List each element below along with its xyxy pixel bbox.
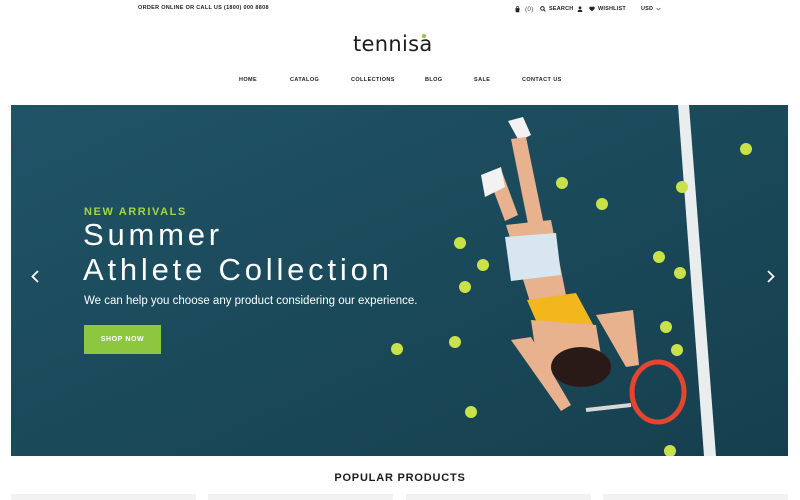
- product-card[interactable]: [603, 494, 788, 500]
- hero-slider: NEW ARRIVALS Summer Athlete Collection W…: [11, 105, 788, 456]
- currency-value: USD: [641, 6, 654, 12]
- cart-button[interactable]: (0): [514, 3, 534, 15]
- product-card[interactable]: [406, 494, 591, 500]
- chevron-right-icon: [767, 270, 775, 288]
- contact-promo-text: ORDER ONLINE OR CALL US (1800) 000 8808: [138, 5, 269, 11]
- chevron-down-icon: [656, 7, 661, 11]
- logo-accent-dot: [422, 34, 426, 38]
- chevron-left-icon: [31, 270, 39, 288]
- account-button[interactable]: [577, 3, 583, 15]
- nav-item-sale[interactable]: SALE: [474, 77, 490, 83]
- slider-prev-button[interactable]: [28, 270, 42, 288]
- search-button[interactable]: SEARCH: [540, 3, 573, 15]
- wishlist-label: WISHLIST: [598, 6, 626, 12]
- top-utility-bar: ORDER ONLINE OR CALL US (1800) 000 8808 …: [0, 0, 800, 18]
- product-card[interactable]: [11, 494, 196, 500]
- brand-logo[interactable]: tennisa: [353, 32, 433, 56]
- heart-icon: [589, 6, 595, 12]
- nav-item-blog[interactable]: BLOG: [425, 77, 443, 83]
- nav-item-catalog[interactable]: CATALOG: [290, 77, 319, 83]
- product-card[interactable]: [208, 494, 393, 500]
- currency-selector[interactable]: USD: [641, 3, 661, 15]
- shop-now-button[interactable]: SHOP NOW: [84, 325, 161, 354]
- cart-icon: [514, 5, 521, 13]
- user-icon: [577, 6, 583, 12]
- nav-item-home[interactable]: HOME: [239, 77, 257, 83]
- popular-products-title: POPULAR PRODUCTS: [334, 472, 466, 484]
- hero-title-line-1: Summer: [83, 217, 223, 252]
- cart-count: (0): [525, 5, 534, 13]
- slider-next-button[interactable]: [764, 270, 778, 288]
- hero-title-line-2: Athlete Collection: [83, 252, 393, 287]
- main-navigation: HOME CATALOG COLLECTIONS BLOG SALE CONTA…: [0, 76, 800, 88]
- search-icon: [540, 6, 546, 12]
- wishlist-button[interactable]: WISHLIST: [589, 3, 626, 15]
- nav-item-collections[interactable]: COLLECTIONS: [351, 77, 395, 83]
- nav-item-contact-us[interactable]: CONTACT US: [522, 77, 562, 83]
- hero-subtitle: We can help you choose any product consi…: [84, 295, 418, 307]
- search-label: SEARCH: [549, 6, 574, 12]
